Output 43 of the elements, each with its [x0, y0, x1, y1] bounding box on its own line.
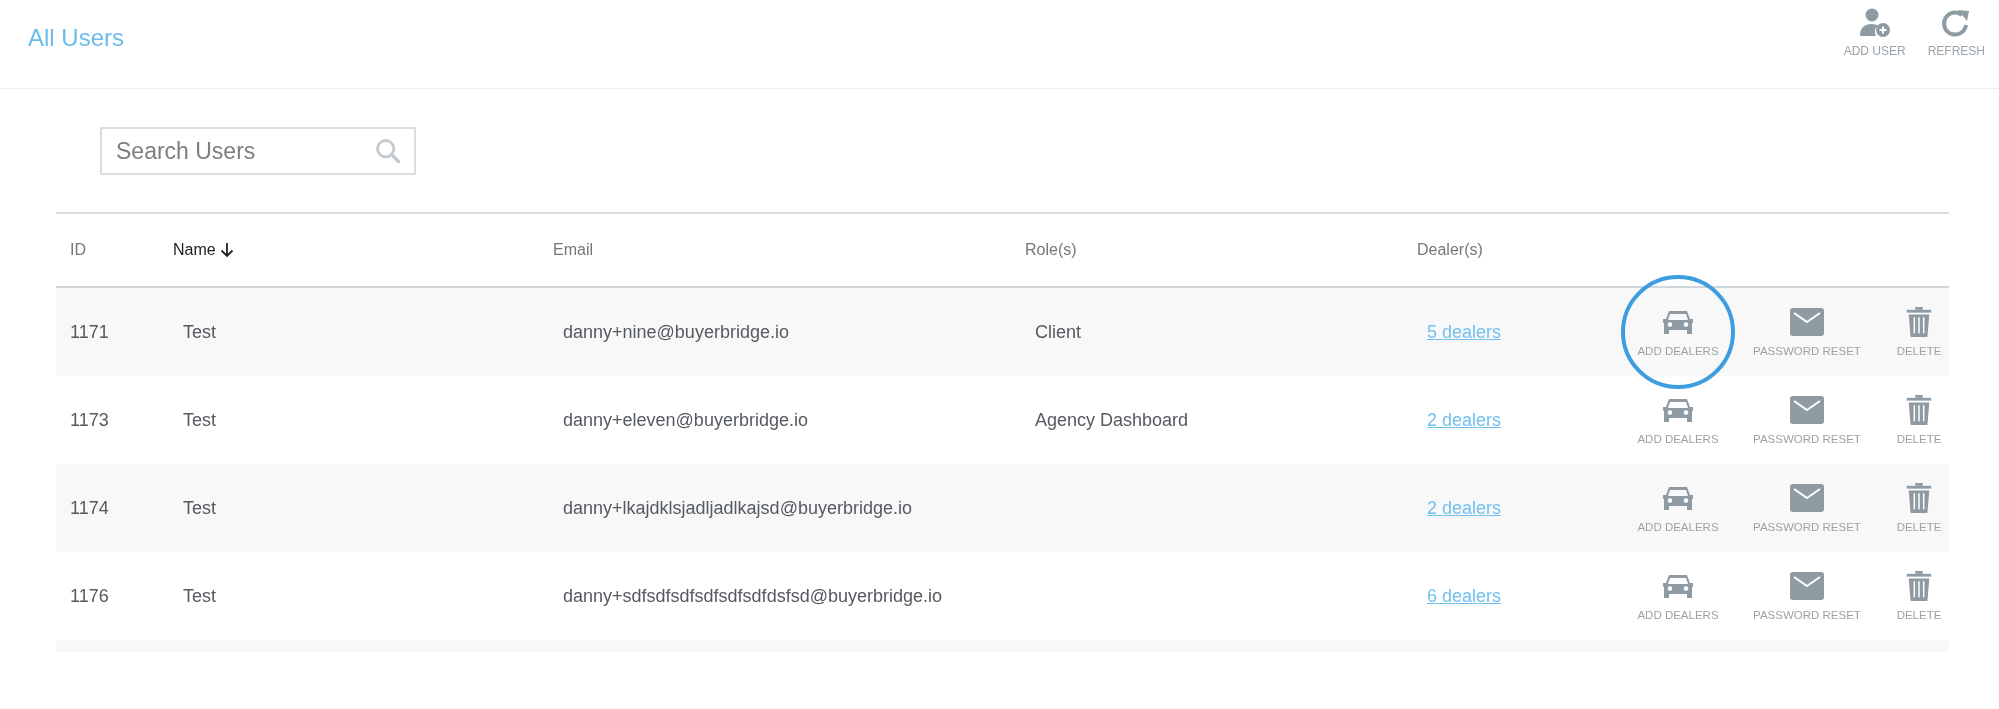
column-header[interactable]: Dealer(s)	[1417, 241, 1483, 259]
dealers-link[interactable]: 2 dealers	[1427, 409, 1502, 431]
table-cell: Agency Dashboard	[1035, 409, 1189, 431]
table-cell: danny+sdfsdfsdfsdfsdfsdfdsfsd@buyerbridge.io	[563, 585, 942, 607]
refresh-button[interactable]: REFRESH	[1927, 8, 1985, 58]
table-cell: Client	[1035, 321, 1082, 343]
dealers-link[interactable]: 6 dealers	[1427, 585, 1502, 607]
column-header[interactable]: ID	[70, 241, 86, 259]
table-cell: Test	[183, 497, 216, 519]
password-reset-button[interactable]: PASSWORD RESET	[1743, 305, 1871, 359]
delete-button[interactable]: DELETE	[1879, 481, 1959, 535]
column-header[interactable]: Name	[173, 241, 234, 259]
column-header[interactable]: Role(s)	[1025, 241, 1077, 259]
table-cell: 1176	[70, 585, 109, 607]
sort-arrow-icon	[219, 242, 234, 258]
password-reset-button[interactable]: PASSWORD RESET	[1743, 393, 1871, 447]
envelope-icon	[1790, 571, 1824, 601]
table-cell: 1173	[70, 409, 109, 431]
table-cell: danny+lkajdklsjadljadlkajsd@buyerbridge.io	[563, 497, 912, 519]
envelope-icon	[1790, 395, 1824, 425]
delete-button[interactable]: DELETE	[1879, 393, 1959, 447]
search-icon	[374, 137, 402, 165]
password-reset-button[interactable]: PASSWORD RESET	[1743, 569, 1871, 623]
table-cell: 1171	[70, 321, 109, 343]
column-header[interactable]: Email	[553, 241, 593, 259]
password-reset-button[interactable]: PASSWORD RESET	[1743, 481, 1871, 535]
delete-button[interactable]: DELETE	[1879, 569, 1959, 623]
dealers-link[interactable]: 5 dealers	[1427, 321, 1502, 343]
table-cell: 1174	[70, 497, 109, 519]
search-field[interactable]: Search Users	[100, 127, 416, 175]
table-cell: Test	[183, 321, 216, 343]
user-plus-icon	[1858, 8, 1891, 38]
page-title: All Users	[28, 24, 124, 52]
table-cell: Test	[183, 409, 216, 431]
table-cell: danny+eleven@buyerbridge.io	[563, 409, 808, 431]
dealers-link[interactable]: 2 dealers	[1427, 497, 1502, 519]
add-user-button[interactable]: ADD USER	[1843, 8, 1906, 58]
envelope-icon	[1790, 307, 1824, 337]
envelope-icon	[1790, 483, 1824, 513]
delete-button[interactable]: DELETE	[1879, 305, 1959, 359]
table-cell: danny+nine@buyerbridge.io	[563, 321, 789, 343]
table-cell: Test	[183, 585, 216, 607]
add-dealers-button[interactable]: ADD DEALERS	[1621, 275, 1735, 389]
